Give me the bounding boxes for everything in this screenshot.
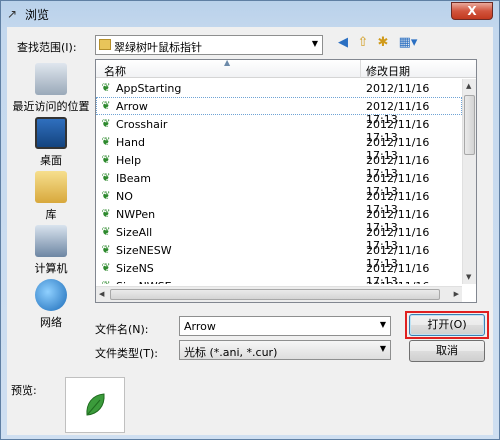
file-list[interactable]: ▲ 名称 修改日期 ❦ AppStarting 2012/11/16 17:13 ❦ A… [95,59,477,303]
vertical-scrollbar[interactable]: ▲ ▼ [462,79,476,284]
scroll-thumb[interactable] [464,95,475,155]
file-row[interactable]: ❦ SizeNWSE 2012/11/16 17:13 [96,277,462,284]
place-label: 计算机 [34,262,68,275]
lookin-value: 翠绿树叶鼠标指针 [114,41,202,54]
chevron-down-icon: ▼ [311,39,318,48]
file-row[interactable]: ❦ Hand 2012/11/16 17:13 [96,133,462,162]
file-name: Crosshair [116,118,168,131]
window-title: 浏览 [25,8,50,22]
file-date: 2012/11/16 17:13 [366,280,462,284]
filetype-dropdown[interactable]: 光标 (*.ani, *.cur) ▼ [179,340,391,360]
leaf-cursor-icon: ❦ [101,135,111,148]
place-network[interactable]: 网络 [7,279,95,330]
leaf-cursor-icon: ❦ [101,153,111,166]
chevron-down-icon: ▼ [379,344,386,353]
new-folder-icon[interactable]: ✱ [375,35,391,51]
horizontal-scrollbar[interactable]: ◀ ▶ [96,286,462,302]
scroll-thumb[interactable] [110,289,440,300]
filename-label: 文件名(N): [95,323,149,336]
place-label: 桌面 [40,154,62,167]
lookin-dropdown[interactable]: 翠绿树叶鼠标指针 ▼ [95,35,323,55]
file-row[interactable]: ❦ Help 2012/11/16 17:13 [96,151,462,180]
leaf-cursor-icon: ❦ [101,99,111,112]
file-name: SizeNESW [116,244,172,257]
chevron-down-icon: ▼ [379,320,386,329]
file-row[interactable]: ❦AppStarting2012/11/16 17:13 [96,79,462,108]
filetype-label: 文件类型(T): [95,347,159,360]
column-date[interactable]: 修改日期 [366,63,410,79]
file-row[interactable]: ❦ SizeNS 2012/11/16 17:13 [96,259,462,284]
libraries-icon [35,171,67,203]
place-computer[interactable]: 计算机 [7,225,95,276]
file-row[interactable]: ❦ IBeam 2012/11/16 17:13 [96,169,462,198]
file-name: IBeam [116,172,152,185]
scroll-down-icon[interactable]: ▼ [466,273,471,281]
file-row[interactable]: ❦ Crosshair 2012/11/16 17:13 [96,115,462,144]
leaf-cursor-icon: ❦ [101,117,111,130]
file-row[interactable]: ❦ NO 2012/11/16 17:13 [96,187,462,216]
file-name: SizeAll [116,226,153,239]
leaf-cursor-icon: ❦ [101,171,111,184]
preview-label: 预览: [11,384,37,397]
preview-pane [65,377,125,433]
place-libraries[interactable]: 库 [7,171,95,222]
file-name: Help [116,154,142,167]
place-label: 库 [45,208,57,221]
place-desktop[interactable]: 桌面 [7,117,95,168]
filename-value: Arrow [184,320,216,333]
file-name: NWPen [116,208,156,221]
list-header: ▲ 名称 修改日期 [96,60,476,78]
file-rows: ❦AppStarting2012/11/16 17:13❦Arrow2012/1… [96,79,462,284]
close-button[interactable]: X [451,2,493,20]
file-row[interactable]: ❦ Arrow 2012/11/16 17:13 [96,97,462,126]
view-menu-icon[interactable]: ▦▾ [397,35,419,51]
title-bar: ↗ 浏览 X [1,1,499,27]
scroll-left-icon[interactable]: ◀ [99,290,104,298]
filename-input[interactable]: Arrow ▼ [179,316,391,336]
network-icon [35,279,67,311]
open-button[interactable]: 打开(O) [409,314,485,336]
leaf-cursor-icon: ❦ [101,243,111,256]
recent-places-icon [35,63,67,95]
file-row[interactable]: ❦ NWPen 2012/11/16 17:13 [96,205,462,234]
file-name: SizeNWSE [116,280,172,284]
leaf-cursor-icon: ❦ [100,279,112,284]
up-folder-icon[interactable]: ⇧ [355,35,371,51]
cursor-icon: ↗ [7,7,18,21]
file-row[interactable]: ❦ SizeNESW 2012/11/16 17:13 [96,241,462,270]
leaf-cursor-icon: ❦ [101,207,111,220]
folder-icon [99,39,111,50]
browse-dialog: ↗ 浏览 X 查找范围(I): 翠绿树叶鼠标指针 ▼ ◀ ⇧ ✱ ▦▾ 最近访问… [0,0,500,440]
file-name: Arrow [116,100,148,113]
leaf-cursor-icon: ❦ [101,189,111,202]
file-name: SizeNS [116,262,154,275]
lookin-label: 查找范围(I): [17,41,77,54]
column-divider [360,60,361,78]
sort-up-icon: ▲ [224,59,231,67]
dialog-body: 查找范围(I): 翠绿树叶鼠标指针 ▼ ◀ ⇧ ✱ ▦▾ 最近访问的位置 桌面 … [7,27,493,435]
cancel-button[interactable]: 取消 [409,340,485,362]
place-label: 网络 [40,316,62,329]
file-name: NO [116,190,133,203]
leaf-cursor-icon [86,393,105,416]
place-recent[interactable]: 最近访问的位置 [7,63,95,114]
back-icon[interactable]: ◀ [335,35,351,51]
scroll-up-icon[interactable]: ▲ [466,82,471,90]
place-label: 最近访问的位置 [12,100,90,113]
leaf-cursor-icon: ❦ [101,225,111,238]
leaf-cursor-icon: ❦ [101,81,111,94]
file-name: AppStarting [116,82,182,95]
places-bar: 最近访问的位置 桌面 库 计算机 网络 [7,61,95,331]
column-name[interactable]: 名称 [104,63,126,79]
desktop-icon [35,117,67,149]
computer-icon [35,225,67,257]
filetype-value: 光标 (*.ani, *.cur) [184,346,278,359]
scroll-right-icon[interactable]: ▶ [454,290,459,298]
file-name: Hand [116,136,145,149]
file-row[interactable]: ❦ SizeAll 2012/11/16 17:13 [96,223,462,252]
leaf-cursor-icon: ❦ [101,261,111,274]
